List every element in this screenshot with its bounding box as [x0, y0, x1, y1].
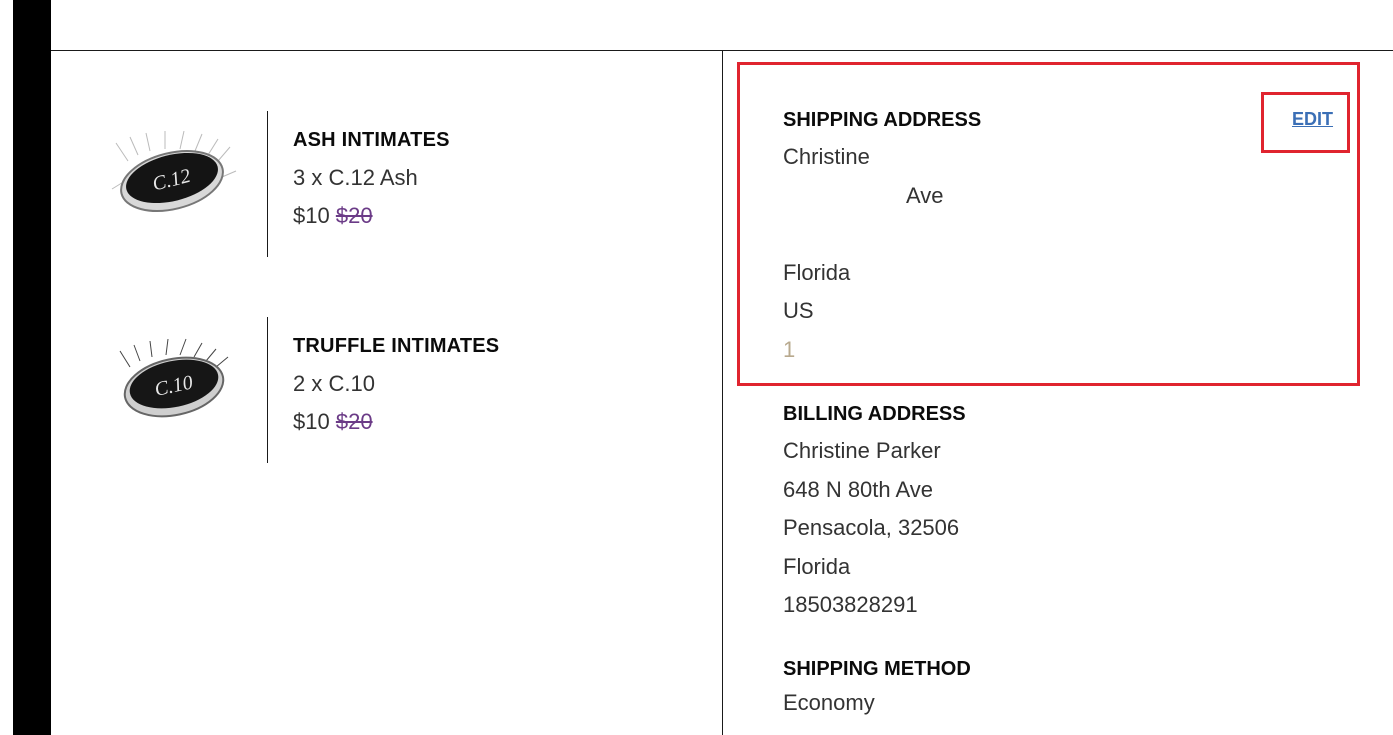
order-item-truffle: C.10 TRUFFLE INTIMATES 2 x C.10 $10 $20 — [110, 317, 670, 463]
item-name: TRUFFLE INTIMATES — [293, 335, 500, 357]
original-price: $20 — [335, 409, 373, 434]
sale-price: $10 — [293, 409, 330, 434]
item-price: $10 $20 — [293, 203, 373, 229]
billing-address-title: BILLING ADDRESS — [783, 403, 966, 425]
billing-street: 648 N 80th Ave — [783, 476, 934, 502]
item-price: $10 $20 — [293, 409, 373, 435]
billing-address-section: BILLING ADDRESS Christine Parker 648 N 8… — [783, 401, 966, 625]
shipping-method-title: SHIPPING METHOD — [783, 658, 971, 680]
billing-state: Florida — [783, 553, 851, 579]
edit-shipping-button[interactable]: EDIT — [1292, 109, 1333, 130]
sale-price: $10 — [293, 203, 330, 228]
item-variant: 2 x C.10 — [293, 371, 375, 396]
item-divider — [267, 317, 268, 463]
left-sidebar-bar — [13, 0, 51, 735]
item-name: ASH INTIMATES — [293, 129, 450, 151]
item-divider — [267, 111, 268, 257]
column-divider — [722, 50, 723, 735]
item-variant: 3 x C.12 Ash — [293, 165, 418, 190]
shipping-method-section: SHIPPING METHOD Economy — [783, 656, 971, 723]
billing-phone: 18503828291 — [783, 592, 918, 617]
billing-name: Christine Parker — [783, 438, 941, 463]
lash-case-icon: C.10 — [110, 337, 240, 422]
billing-city-zip: Pensacola, 32506 — [783, 515, 960, 540]
shipping-method-value: Economy — [783, 690, 875, 715]
order-item-ash: C.12 ASH INTIMATES 3 x C.12 Ash $10 $20 — [110, 111, 670, 257]
lash-case-icon: C.12 — [110, 130, 240, 216]
original-price: $20 — [335, 203, 373, 228]
